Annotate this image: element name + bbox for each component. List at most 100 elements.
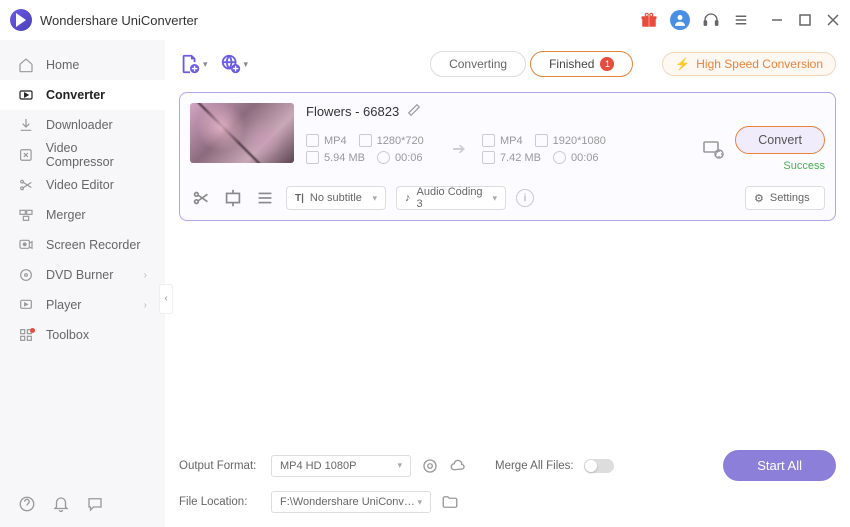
sidebar-item-label: Screen Recorder bbox=[46, 238, 141, 252]
arrow-right-icon: ➔ bbox=[444, 139, 474, 159]
audio-icon: ♪ bbox=[405, 192, 411, 204]
audio-dropdown[interactable]: ♪ Audio Coding 3 ▾ bbox=[396, 186, 506, 210]
spec-value: 00:06 bbox=[571, 152, 599, 164]
dropdown-value: F:\Wondershare UniConverter bbox=[280, 496, 417, 508]
format-icon bbox=[482, 134, 495, 147]
sidebar-collapse-handle[interactable]: ‹ bbox=[159, 284, 173, 314]
effects-icon[interactable] bbox=[254, 187, 276, 209]
subtitle-dropdown[interactable]: T| No subtitle ▾ bbox=[286, 186, 386, 210]
info-icon[interactable]: i bbox=[516, 189, 534, 207]
help-icon[interactable] bbox=[18, 495, 36, 513]
sidebar-item-converter[interactable]: Converter bbox=[0, 80, 165, 110]
duration-icon bbox=[553, 151, 566, 164]
sidebar-item-compressor[interactable]: Video Compressor bbox=[0, 140, 165, 170]
settings-button[interactable]: ⚙ Settings bbox=[745, 186, 825, 210]
merge-toggle[interactable] bbox=[584, 459, 614, 473]
menu-icon[interactable] bbox=[732, 11, 750, 29]
chevron-down-icon: ▾ bbox=[203, 59, 208, 70]
spec-value: 1920*1080 bbox=[553, 135, 606, 147]
spec-value: 1280*720 bbox=[377, 135, 424, 147]
compressor-icon bbox=[18, 147, 34, 163]
file-location-dropdown[interactable]: F:\Wondershare UniConverter ▾ bbox=[271, 491, 431, 513]
spec-value: MP4 bbox=[500, 135, 523, 147]
spec-value: 7.42 MB bbox=[500, 152, 541, 164]
tab-label: Finished bbox=[549, 57, 594, 71]
text-icon: T| bbox=[295, 193, 304, 204]
chevron-down-icon: ▾ bbox=[417, 497, 422, 508]
sidebar-item-toolbox[interactable]: Toolbox bbox=[0, 320, 165, 350]
folder-open-icon[interactable] bbox=[441, 493, 459, 511]
add-url-button[interactable]: ▾ bbox=[220, 53, 249, 75]
titlebar: Wondershare UniConverter bbox=[0, 0, 850, 40]
chevron-down-icon: ▾ bbox=[372, 193, 377, 204]
resolution-icon bbox=[359, 134, 372, 147]
button-label: Settings bbox=[770, 192, 810, 204]
headset-icon[interactable] bbox=[702, 11, 720, 29]
scissors-icon bbox=[18, 177, 34, 193]
hsc-label: High Speed Conversion bbox=[696, 57, 823, 71]
tab-finished[interactable]: Finished 1 bbox=[530, 51, 633, 77]
start-all-button[interactable]: Start All bbox=[723, 450, 836, 481]
notification-dot bbox=[30, 328, 35, 333]
app-title: Wondershare UniConverter bbox=[40, 13, 198, 28]
sidebar-item-label: Video Editor bbox=[46, 178, 114, 192]
chevron-down-icon: ▾ bbox=[244, 59, 249, 70]
sidebar-item-label: Toolbox bbox=[46, 328, 89, 342]
sidebar-item-dvd[interactable]: DVD Burner › bbox=[0, 260, 165, 290]
output-format-dropdown[interactable]: MP4 HD 1080P ▾ bbox=[271, 455, 411, 477]
spec-value: 5.94 MB bbox=[324, 152, 365, 164]
trim-icon[interactable] bbox=[190, 187, 212, 209]
merge-label: Merge All Files: bbox=[495, 460, 574, 472]
bolt-icon: ⚡ bbox=[675, 57, 690, 71]
cloud-icon[interactable] bbox=[449, 457, 467, 475]
tab-converting[interactable]: Converting bbox=[430, 51, 526, 77]
minimize-button[interactable] bbox=[770, 13, 784, 27]
sidebar-item-label: Video Compressor bbox=[46, 141, 147, 169]
app-logo bbox=[10, 9, 32, 31]
sidebar-item-editor[interactable]: Video Editor bbox=[0, 170, 165, 200]
chevron-right-icon: › bbox=[144, 270, 147, 281]
bell-icon[interactable] bbox=[52, 495, 70, 513]
edit-icon[interactable] bbox=[407, 103, 421, 120]
status-text: Success bbox=[735, 160, 825, 172]
chevron-down-icon: ▾ bbox=[492, 193, 497, 204]
size-icon bbox=[482, 151, 495, 164]
converter-icon bbox=[18, 87, 34, 103]
home-icon bbox=[18, 57, 34, 73]
user-avatar-icon[interactable] bbox=[670, 10, 690, 30]
sidebar-item-label: Converter bbox=[46, 88, 105, 102]
dropdown-value: Audio Coding 3 bbox=[417, 186, 487, 210]
hardware-accel-icon[interactable] bbox=[421, 457, 439, 475]
video-thumbnail[interactable] bbox=[190, 103, 294, 163]
footer: Output Format: MP4 HD 1080P ▾ Merge All … bbox=[165, 440, 850, 527]
gift-icon[interactable] bbox=[640, 11, 658, 29]
sidebar-item-recorder[interactable]: Screen Recorder bbox=[0, 230, 165, 260]
sidebar-item-home[interactable]: Home bbox=[0, 50, 165, 80]
dvd-icon bbox=[18, 267, 34, 283]
sidebar-item-merger[interactable]: Merger bbox=[0, 200, 165, 230]
sidebar-item-label: Downloader bbox=[46, 118, 113, 132]
feedback-icon[interactable] bbox=[86, 495, 104, 513]
merger-icon bbox=[18, 207, 34, 223]
sidebar-item-player[interactable]: Player › bbox=[0, 290, 165, 320]
crop-icon[interactable] bbox=[222, 187, 244, 209]
sidebar-item-downloader[interactable]: Downloader bbox=[0, 110, 165, 140]
size-icon bbox=[306, 151, 319, 164]
output-settings-icon[interactable] bbox=[701, 137, 725, 161]
chevron-right-icon: › bbox=[144, 300, 147, 311]
close-button[interactable] bbox=[826, 13, 840, 27]
high-speed-conversion-button[interactable]: ⚡ High Speed Conversion bbox=[662, 52, 836, 76]
dropdown-value: No subtitle bbox=[310, 192, 362, 204]
player-icon bbox=[18, 297, 34, 313]
download-icon bbox=[18, 117, 34, 133]
maximize-button[interactable] bbox=[798, 13, 812, 27]
toolbar: ▾ ▾ Converting Finished 1 ⚡ High Speed C… bbox=[165, 40, 850, 88]
convert-button[interactable]: Convert bbox=[735, 126, 825, 154]
file-card: Flowers - 66823 MP4 1280*720 bbox=[179, 92, 836, 221]
add-file-button[interactable]: ▾ bbox=[179, 53, 208, 75]
sidebar-item-label: DVD Burner bbox=[46, 268, 113, 282]
recorder-icon bbox=[18, 237, 34, 253]
tab-label: Converting bbox=[449, 57, 507, 71]
spec-value: 00:06 bbox=[395, 152, 423, 164]
chevron-down-icon: ▾ bbox=[397, 460, 402, 471]
